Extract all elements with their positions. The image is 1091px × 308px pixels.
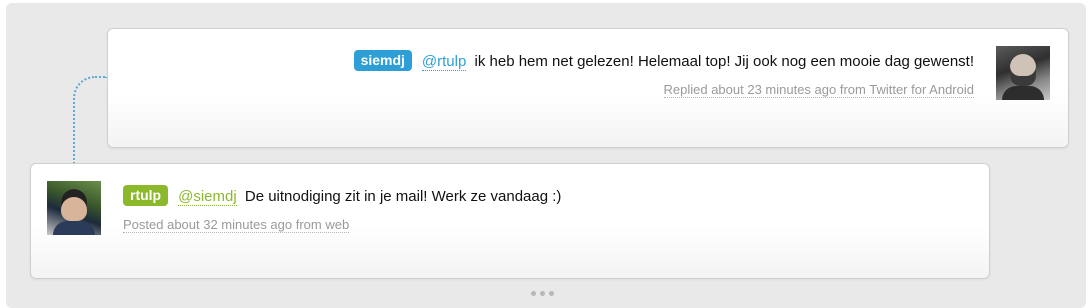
reply-meta-text[interactable]: Replied about 23 minutes ago from Twitte… — [663, 82, 974, 98]
original-tweet-line: rtulp @siemdj De uitnodiging zit in je ma… — [123, 185, 561, 206]
original-tweet-card: rtulp @siemdj De uitnodiging zit in je ma… — [30, 163, 990, 279]
reply-tweet-card: siemdj @rtulp ik heb hem net gelezen! Hel… — [107, 28, 1069, 148]
original-mention-link[interactable]: @siemdj — [178, 188, 237, 206]
reply-meta[interactable]: Replied about 23 minutes ago from Twitte… — [663, 82, 974, 98]
reply-username-badge[interactable]: siemdj — [353, 50, 412, 71]
thread-connector — [73, 76, 107, 164]
original-tweet-text: De uitnodiging zit in je mail! Werk ze v… — [244, 188, 562, 205]
reply-mention-link[interactable]: @rtulp — [421, 53, 467, 71]
reply-tweet-text: ik heb hem net gelezen! Helemaal top! Ji… — [474, 53, 974, 70]
original-meta[interactable]: Posted about 32 minutes ago from web — [123, 217, 350, 233]
original-username-badge[interactable]: rtulp — [123, 185, 169, 206]
original-avatar[interactable] — [47, 181, 101, 235]
ellipsis-icon[interactable] — [531, 291, 554, 296]
original-meta-text[interactable]: Posted about 32 minutes ago from web — [123, 217, 350, 233]
reply-avatar[interactable] — [996, 46, 1050, 100]
reply-tweet-line: siemdj @rtulp ik heb hem net gelezen! Hel… — [353, 50, 974, 71]
